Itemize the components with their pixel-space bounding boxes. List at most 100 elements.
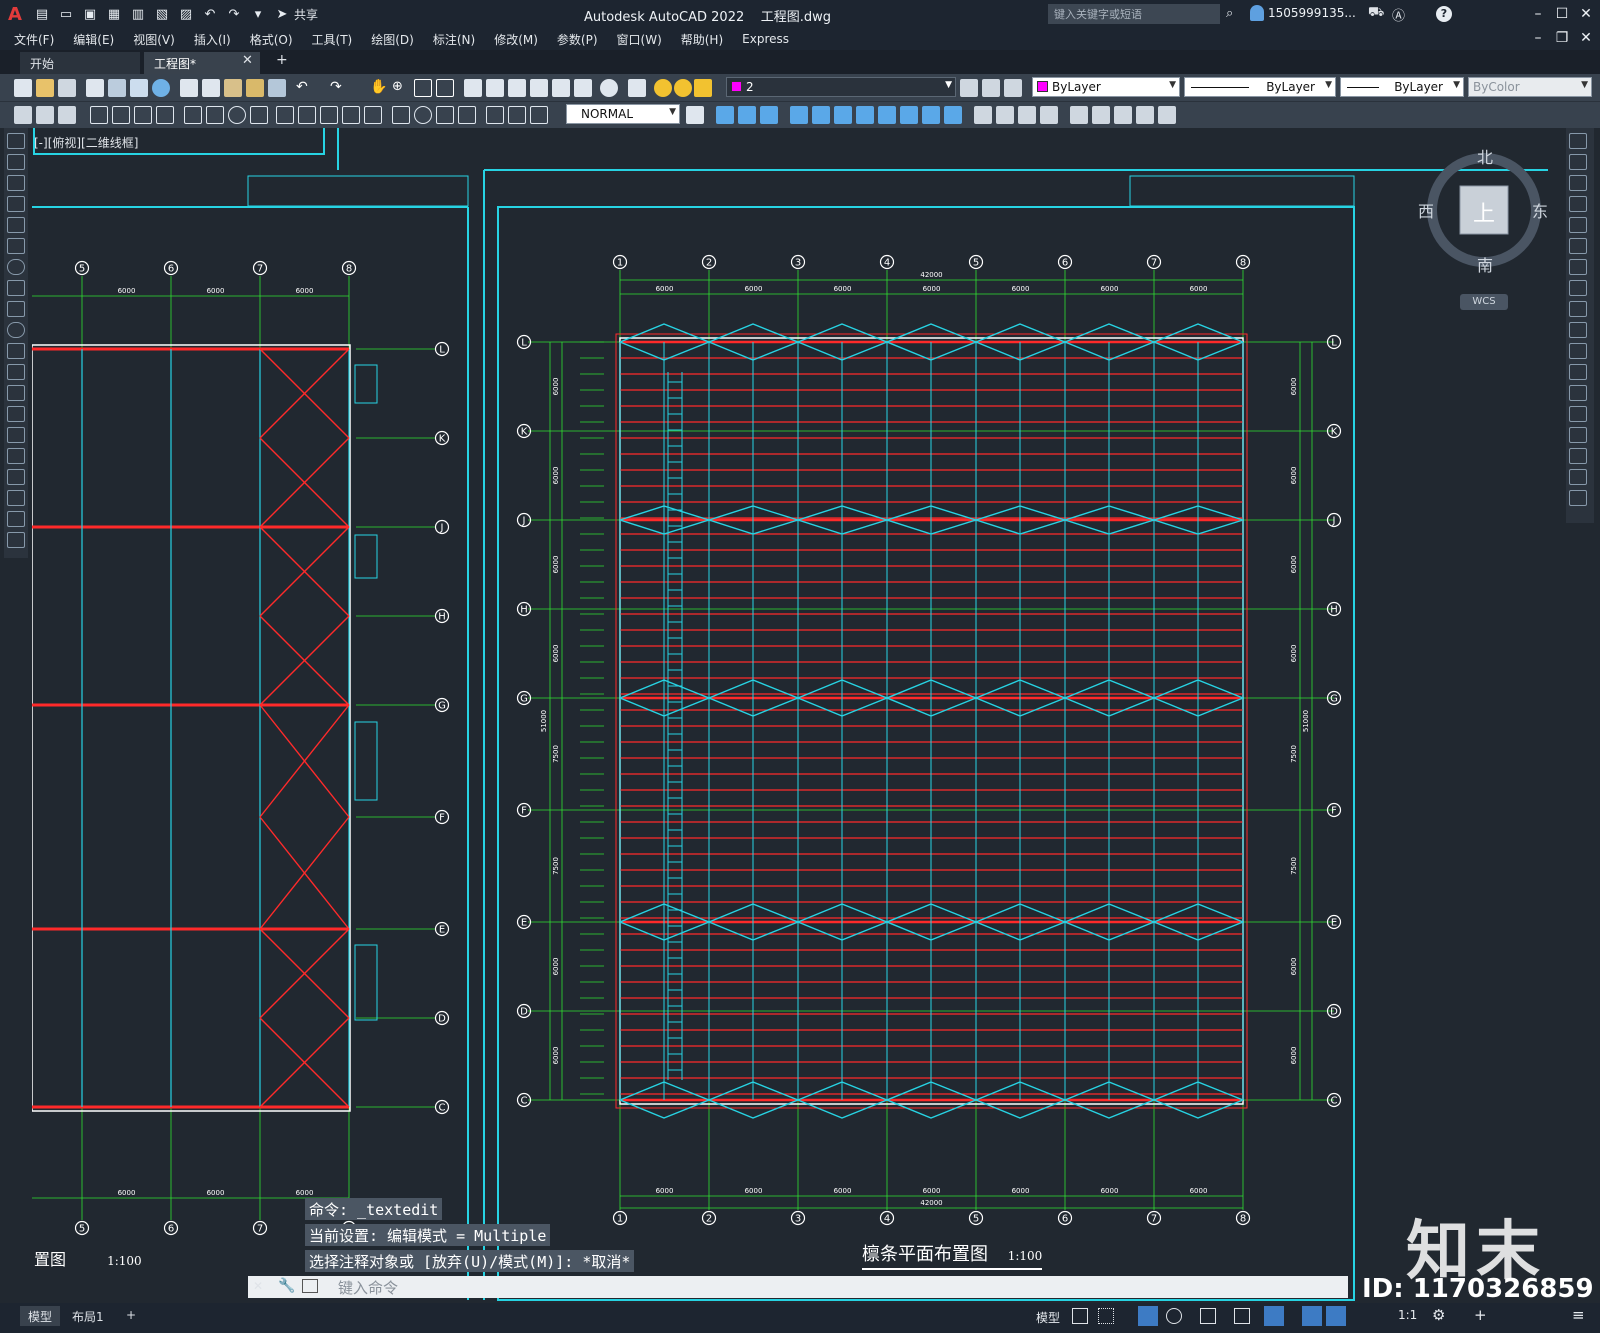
fillet-icon[interactable] [1569, 448, 1587, 464]
mirror-icon[interactable] [1569, 175, 1587, 191]
ellipse-arc-icon[interactable] [7, 343, 25, 359]
layer-on-icon[interactable] [654, 79, 672, 97]
customize-icon[interactable]: ≡ [1572, 1306, 1585, 1324]
share-label[interactable]: 共享 [294, 6, 318, 23]
plus-icon[interactable]: + [1474, 1306, 1487, 1324]
copy-icon[interactable] [1569, 154, 1587, 170]
tab-close-icon[interactable]: ✕ [242, 53, 253, 68]
make-block-icon[interactable] [7, 385, 25, 401]
quick-access-dropdown-icon[interactable]: ▾ [247, 3, 269, 25]
rotate-icon[interactable] [1569, 259, 1587, 275]
tool-palettes-icon[interactable] [508, 79, 526, 97]
match-properties-icon[interactable] [246, 79, 264, 97]
tab-start[interactable]: 开始 [20, 52, 140, 74]
layer-dropdown[interactable]: 2 ▼ [726, 77, 956, 97]
move-icon[interactable] [1569, 238, 1587, 254]
annotation-scale[interactable]: 1:1 [1398, 1308, 1417, 1322]
share-icon[interactable]: ➤ [271, 3, 293, 25]
center-mark-icon[interactable] [342, 106, 360, 124]
polyline-icon[interactable] [7, 175, 25, 191]
menu-help[interactable]: 帮助(H) [681, 31, 723, 48]
autoscale-icon[interactable] [1326, 1306, 1346, 1326]
trim-icon[interactable] [900, 106, 918, 124]
viewcube[interactable]: 北 南 东 西 上 [1418, 148, 1548, 275]
circle-icon[interactable] [7, 259, 25, 275]
layer-state-icon[interactable] [1004, 79, 1022, 97]
plotstyle-dropdown[interactable]: ByColor ▼ [1468, 77, 1592, 97]
multiline-text-icon[interactable] [7, 511, 25, 527]
block-editor-icon[interactable] [268, 79, 286, 97]
join-icon[interactable] [1569, 406, 1587, 422]
command-close-icon[interactable]: ✕ [253, 1279, 263, 1293]
drawing-svg[interactable]: 5 5 6 6 7 7 8 8 L K J H G F E D C 6000 6000 6000 6000 6000 600… [32, 128, 1566, 1303]
ellipse-icon[interactable] [7, 322, 25, 338]
isometric-icon[interactable] [1200, 1308, 1216, 1324]
copy-object-icon[interactable] [738, 106, 756, 124]
doc-restore-button[interactable]: ❐ [1550, 26, 1574, 50]
grid-icon[interactable] [1072, 1308, 1088, 1324]
region-icon[interactable] [7, 469, 25, 485]
save-icon[interactable]: ▣ [79, 3, 101, 25]
layer-thaw-icon[interactable] [674, 79, 692, 97]
blend-curves-icon[interactable] [1569, 469, 1587, 485]
menu-file[interactable]: 文件(F) [14, 31, 54, 48]
point-icon[interactable] [7, 406, 25, 422]
redo-icon[interactable]: ↷ [223, 3, 245, 25]
array-icon[interactable] [1569, 217, 1587, 233]
redo-icon[interactable]: ↷ [330, 79, 348, 97]
layout-tab-layout1[interactable]: 布局1 [64, 1306, 112, 1326]
offset-icon[interactable] [1569, 196, 1587, 212]
web-icon[interactable] [152, 79, 170, 97]
plot-icon[interactable]: ▧ [151, 3, 173, 25]
menu-edit[interactable]: 编辑(E) [73, 31, 114, 48]
insert-block-icon[interactable] [7, 364, 25, 380]
properties-icon[interactable] [464, 79, 482, 97]
plot-preview-icon[interactable] [108, 79, 126, 97]
help-icon[interactable]: ? [1436, 6, 1452, 22]
dim-ordinate-icon[interactable] [90, 106, 108, 124]
menu-draw[interactable]: 绘图(D) [371, 31, 414, 48]
minimize-window-button[interactable]: – [1526, 2, 1550, 26]
command-settings-icon[interactable]: 🔧 [278, 1278, 295, 1294]
chamfer-icon[interactable] [996, 106, 1014, 124]
layer-lock-icon[interactable] [694, 79, 712, 97]
linetype-dropdown[interactable]: ByLayer ▼ [1184, 77, 1336, 97]
dim-override-icon[interactable] [508, 106, 526, 124]
dim-jogged-icon[interactable] [134, 106, 152, 124]
scale-icon[interactable] [856, 106, 874, 124]
arc-icon[interactable] [7, 238, 25, 254]
doc-minimize-button[interactable]: – [1526, 26, 1550, 50]
jogged-linear-icon[interactable] [392, 106, 410, 124]
command-input[interactable]: 🔧 键入命令 [248, 1276, 1348, 1298]
dim-continue-icon[interactable] [250, 106, 268, 124]
dim-baseline-icon[interactable] [228, 106, 246, 124]
rectangle-icon[interactable] [7, 217, 25, 233]
dimstyle-dropdown[interactable]: NORMAL ▼ [566, 104, 680, 124]
dim-angular-icon[interactable] [184, 106, 202, 124]
new-icon[interactable] [14, 79, 32, 97]
publish-icon[interactable]: ▥ [127, 3, 149, 25]
edit-hatch-icon[interactable] [1114, 106, 1132, 124]
dim-linear-icon[interactable] [14, 106, 32, 124]
viewport-controls-label[interactable]: [-][俯视][二维线框] [34, 134, 138, 151]
sheet-set-icon[interactable] [530, 79, 548, 97]
quick-dim-icon[interactable] [206, 106, 224, 124]
polar-tracking-icon[interactable] [1166, 1308, 1182, 1324]
autocad-logo-icon[interactable]: A [0, 0, 30, 28]
dim-arc-icon[interactable] [58, 106, 76, 124]
user-icon[interactable] [1250, 5, 1264, 21]
inspection-icon[interactable] [364, 106, 382, 124]
copy-icon[interactable] [202, 79, 220, 97]
menu-view[interactable]: 视图(V) [133, 31, 175, 48]
scale-icon[interactable] [1569, 280, 1587, 296]
menu-insert[interactable]: 插入(I) [194, 31, 231, 48]
snap-icon[interactable] [1098, 1308, 1114, 1324]
stretch-icon[interactable] [1569, 301, 1587, 317]
menu-tools[interactable]: 工具(T) [312, 31, 353, 48]
object-snap-tracking-icon[interactable] [1234, 1308, 1250, 1324]
dim-text-edit-icon[interactable] [436, 106, 454, 124]
help-search-input[interactable]: 键入关键字或短语 [1048, 4, 1220, 24]
annotation-visibility-icon[interactable] [1302, 1306, 1322, 1326]
zoom-window-icon[interactable] [414, 79, 432, 97]
zoom-previous-icon[interactable] [436, 79, 454, 97]
